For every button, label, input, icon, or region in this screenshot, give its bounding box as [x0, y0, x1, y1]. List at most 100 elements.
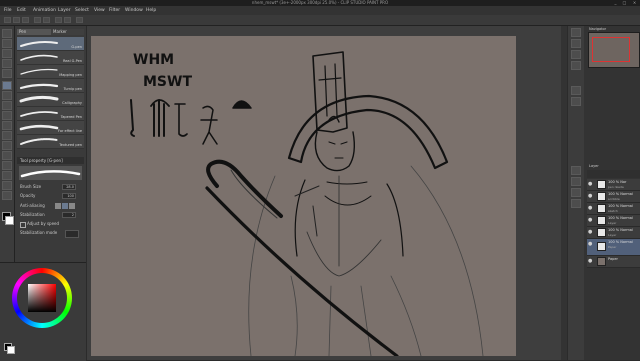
eye-icon[interactable]: ●: [588, 229, 592, 235]
stabilization-value[interactable]: 2: [62, 212, 76, 218]
eye-icon[interactable]: ●: [588, 241, 592, 247]
opacity-row[interactable]: Opacity 100: [17, 192, 84, 200]
color-set-icon[interactable]: [571, 188, 581, 197]
eye-icon[interactable]: ●: [588, 258, 592, 264]
select-tool-icon[interactable]: [2, 49, 12, 58]
aa-option[interactable]: [69, 203, 75, 209]
adjust-by-speed-row[interactable]: Adjust by speed: [17, 220, 84, 228]
subview-toggle-icon[interactable]: [571, 39, 581, 48]
brush-item[interactable]: Real G-Pen: [17, 51, 84, 65]
navigator-preview[interactable]: [588, 32, 640, 68]
layer-row[interactable]: ● 100 % Normal Layer: [587, 215, 640, 227]
zoom-tool-icon[interactable]: [2, 29, 12, 38]
layer-mode: 100 % Normal: [608, 216, 633, 220]
balloon-tool-icon[interactable]: [2, 181, 12, 190]
brush-size-row[interactable]: Brush Size 28.0: [17, 183, 84, 191]
navigator-toggle-icon[interactable]: [571, 28, 581, 37]
menu-select[interactable]: Select: [75, 6, 89, 15]
brush-item[interactable]: Tapered Pen: [17, 107, 84, 121]
sub-color-swatch[interactable]: [7, 346, 15, 354]
text-tool-icon[interactable]: [2, 171, 12, 180]
eraser-tool-icon[interactable]: [2, 121, 12, 130]
brush-label: Turnip pen: [63, 87, 82, 91]
move-tool-icon[interactable]: [2, 39, 12, 48]
layer-mode: 100 % Nor: [608, 180, 627, 184]
brush-item[interactable]: Textured pen: [17, 135, 84, 149]
menu-filter[interactable]: Filter: [109, 6, 120, 15]
stabilization-mode-row[interactable]: Stabilization mode: [17, 229, 84, 238]
brush-tool-icon[interactable]: [2, 101, 12, 110]
command-bar: [0, 15, 640, 26]
open-icon[interactable]: [13, 17, 20, 23]
deselect-icon[interactable]: [76, 17, 83, 23]
tab-pen[interactable]: Pen: [17, 29, 51, 35]
canvas-vertical-scrollbar[interactable]: [561, 26, 567, 360]
sub-color-swatch[interactable]: [5, 216, 14, 225]
clear-icon[interactable]: [55, 17, 62, 23]
layer-row[interactable]: ● 100 % Normal scribble: [587, 191, 640, 203]
airbrush-tool-icon[interactable]: [2, 111, 12, 120]
layer-name: Layer: [608, 221, 617, 225]
history-toggle-icon[interactable]: [571, 61, 581, 70]
pen-tool-icon[interactable]: [2, 81, 12, 90]
menu-animation[interactable]: Animation: [33, 6, 56, 15]
menu-window[interactable]: Window: [125, 6, 143, 15]
layer-name: Layer: [608, 233, 617, 237]
save-icon[interactable]: [22, 17, 29, 23]
search-layer-icon[interactable]: [571, 97, 581, 106]
brush-item[interactable]: G-pen: [17, 37, 84, 51]
menu-help[interactable]: Help: [146, 6, 156, 15]
stabilization-row[interactable]: Stabilization 2: [17, 211, 84, 219]
auto-action-icon[interactable]: [571, 166, 581, 175]
anti-aliasing-row[interactable]: Anti-aliasing: [17, 202, 84, 210]
brush-item[interactable]: For effect line: [17, 121, 84, 135]
lasso-tool-icon[interactable]: [2, 59, 12, 68]
adjust-by-speed-checkbox[interactable]: [20, 222, 26, 228]
aa-option[interactable]: [62, 203, 68, 209]
layer-row-selected[interactable]: ● 100 % Normal Paper: [587, 239, 640, 256]
gradient-tool-icon[interactable]: [2, 141, 12, 150]
brush-size-value[interactable]: 28.0: [62, 184, 76, 190]
pencil-tool-icon[interactable]: [2, 91, 12, 100]
figure-tool-icon[interactable]: [2, 151, 12, 160]
menu-file[interactable]: File: [4, 6, 12, 15]
opacity-label: Opacity: [20, 193, 36, 198]
ruler-tool-icon[interactable]: [2, 161, 12, 170]
anti-aliasing-label: Anti-aliasing: [20, 203, 45, 208]
brush-label: Tapered Pen: [60, 115, 82, 119]
brush-item[interactable]: Calligraphy: [17, 93, 84, 107]
fill-tool-icon[interactable]: [2, 131, 12, 140]
opacity-value[interactable]: 100: [62, 193, 76, 199]
new-icon[interactable]: [4, 17, 11, 23]
menu-edit[interactable]: Edit: [17, 6, 26, 15]
menu-layer[interactable]: Layer: [58, 6, 71, 15]
tab-marker[interactable]: Marker: [51, 29, 84, 35]
stroke-preview: [19, 166, 82, 180]
layer-row[interactable]: ● 100 % Normal sketch: [587, 203, 640, 215]
navigator-viewport-frame[interactable]: [592, 37, 630, 62]
correct-line-tool-icon[interactable]: [2, 191, 12, 200]
saturation-value-square[interactable]: [28, 284, 56, 312]
eye-icon[interactable]: ●: [588, 193, 592, 199]
color-history-icon[interactable]: [571, 199, 581, 208]
layer-row[interactable]: ● Paper: [587, 256, 640, 268]
menu-view[interactable]: View: [94, 6, 105, 15]
brush-item[interactable]: Mapping pen: [17, 65, 84, 79]
eye-icon[interactable]: ●: [588, 205, 592, 211]
layer-property-icon[interactable]: [571, 86, 581, 95]
eye-icon[interactable]: ●: [588, 217, 592, 223]
transform-icon[interactable]: [64, 17, 71, 23]
material-toggle-icon[interactable]: [571, 50, 581, 59]
layer-row[interactable]: ● 100 % Normal Layer: [587, 227, 640, 239]
eyedropper-tool-icon[interactable]: [2, 69, 12, 78]
drawing-canvas[interactable]: WHM MSWT: [91, 36, 516, 356]
aa-option[interactable]: [55, 203, 61, 209]
item-bank-icon[interactable]: [571, 177, 581, 186]
layer-row[interactable]: ● 100 % Nor pen nkeda: [587, 179, 640, 191]
redo-icon[interactable]: [43, 17, 50, 23]
eye-icon[interactable]: ●: [588, 181, 592, 187]
undo-icon[interactable]: [34, 17, 41, 23]
brush-item[interactable]: Turnip pen: [17, 79, 84, 93]
stabilization-mode-select[interactable]: [65, 230, 79, 238]
layer-name: Paper: [608, 245, 617, 249]
